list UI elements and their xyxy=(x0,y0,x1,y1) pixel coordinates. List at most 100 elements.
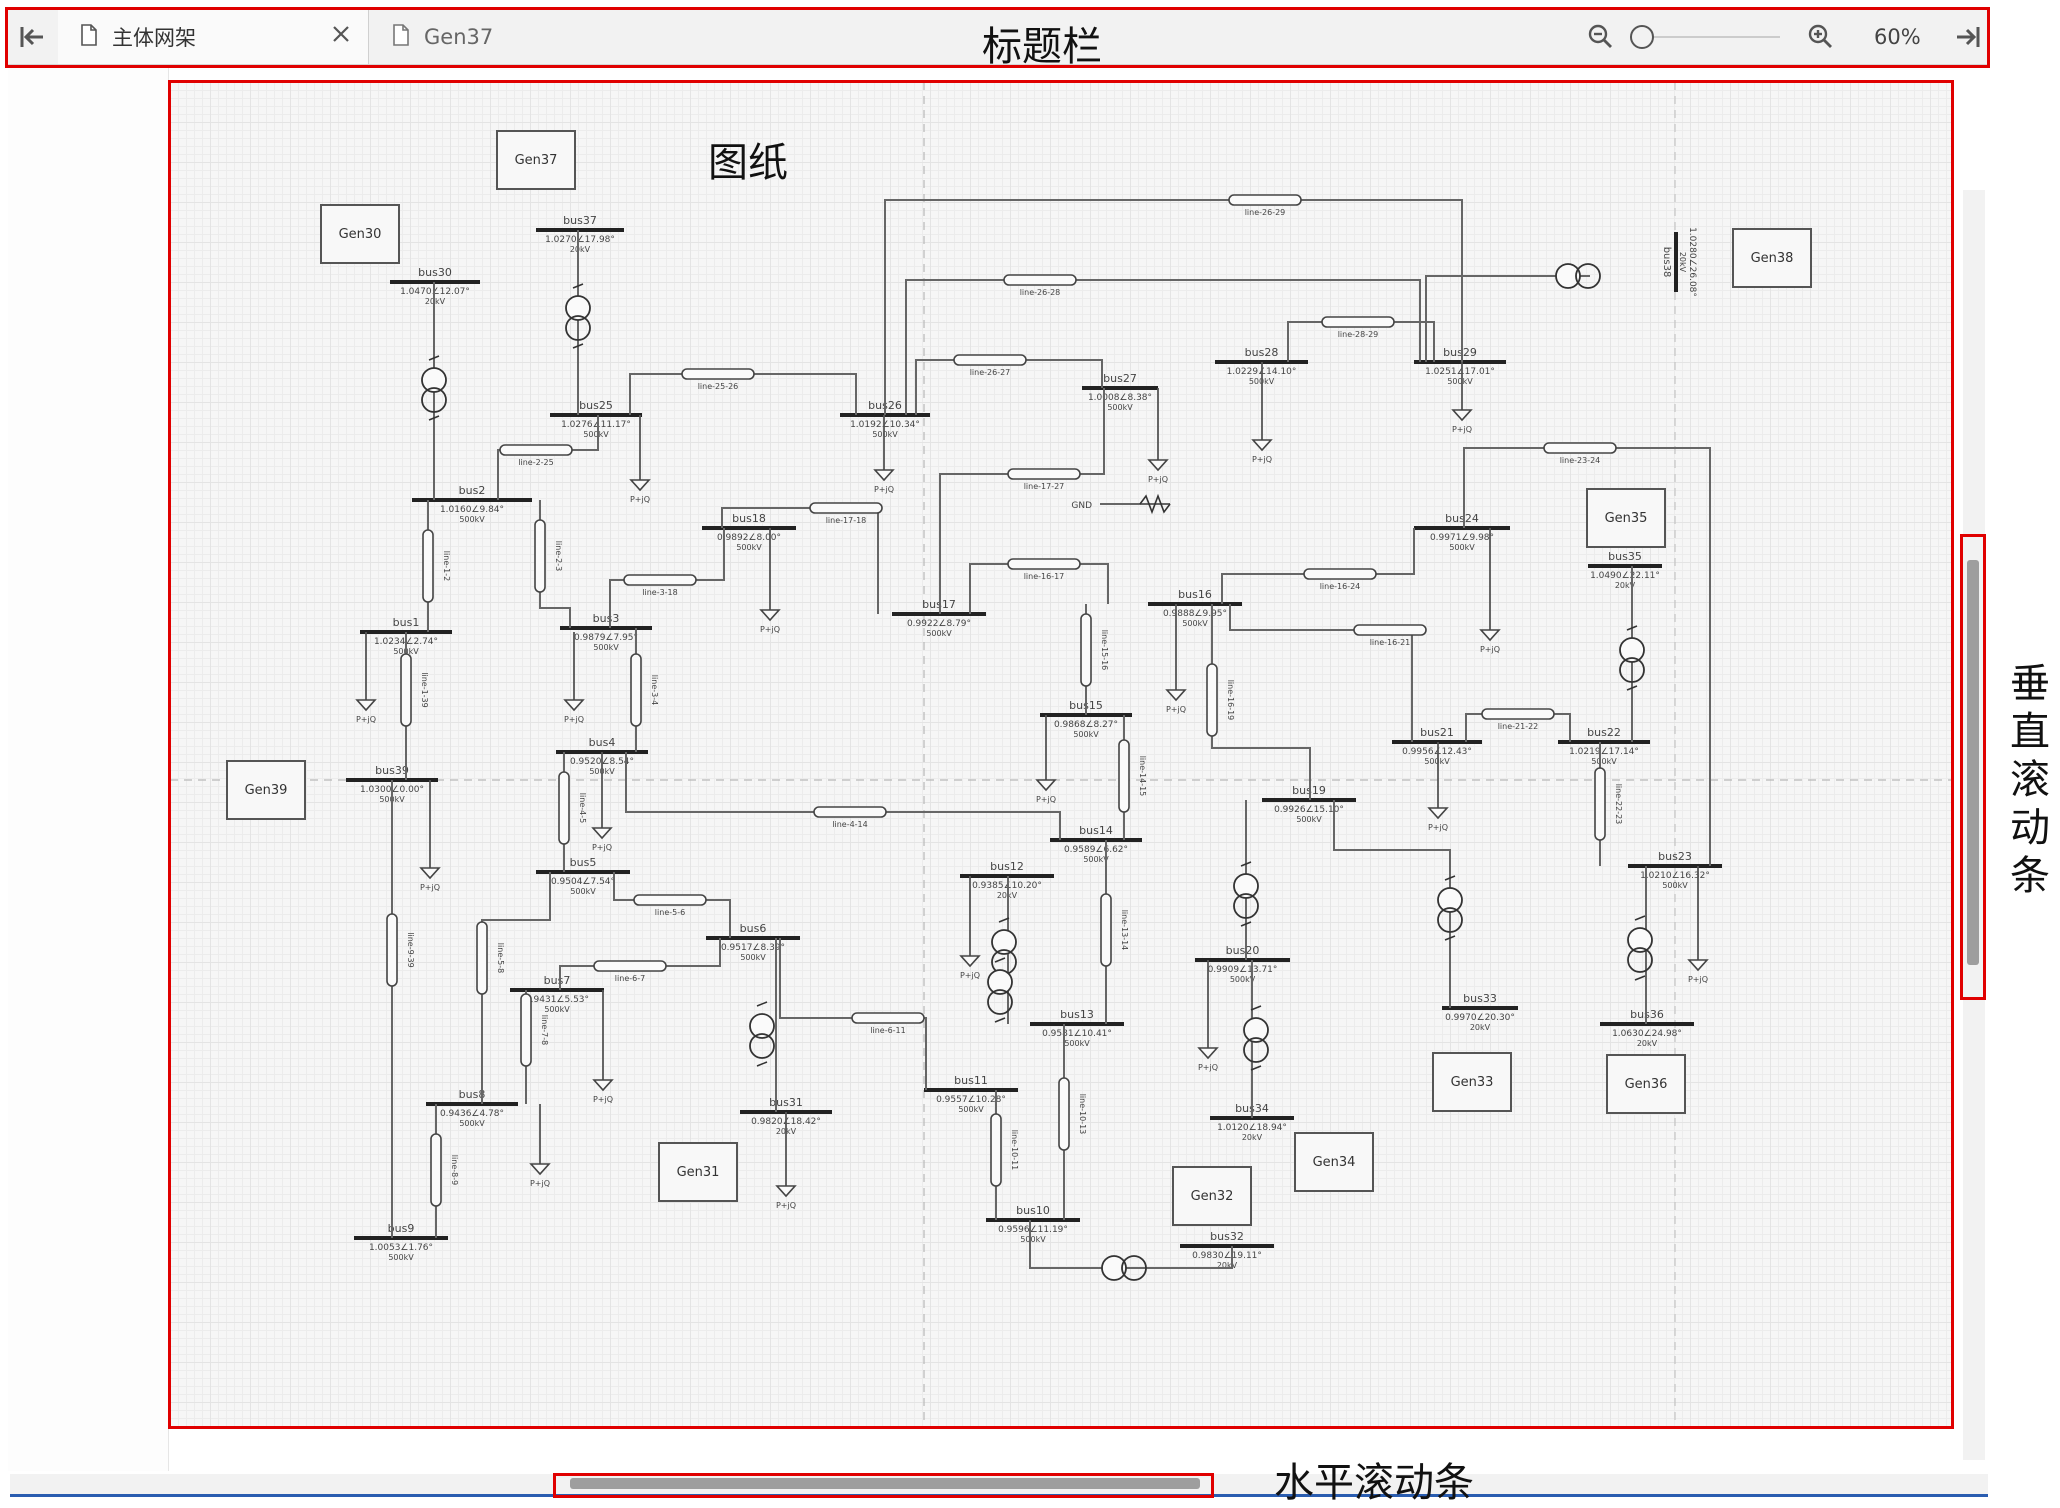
drawing-canvas[interactable]: bus37 1.0270∠17.98° 20kV bus30 1.0470∠12.07°… xyxy=(170,82,1953,1427)
line-element-line-6-7[interactable] xyxy=(593,960,667,972)
tab-main-grid[interactable]: 主体网架 xyxy=(58,10,369,64)
line-element-line-23-24[interactable] xyxy=(1543,442,1617,454)
line-label-line-17-18: line-17-18 xyxy=(826,516,867,525)
transformer-icon[interactable] xyxy=(749,1001,775,1067)
vertical-scrollbar-thumb[interactable] xyxy=(1967,560,1979,965)
bus-value-bus3: 0.9879∠7.95° xyxy=(574,633,638,643)
line-element-line-1-2[interactable] xyxy=(422,529,434,603)
bus-label-bus5: bus5 xyxy=(570,856,597,869)
bus-kv-bus13: 500kV xyxy=(1064,1039,1090,1048)
line-element-line-15-16[interactable] xyxy=(1080,613,1092,687)
connection-wire xyxy=(629,373,857,415)
generator-gen34[interactable]: Gen34 xyxy=(1294,1132,1374,1192)
line-element-line-9-39[interactable] xyxy=(386,913,398,987)
line-element-line-14-15[interactable] xyxy=(1118,739,1130,813)
bus-label-bus37: bus37 xyxy=(563,214,597,227)
horizontal-scrollbar[interactable] xyxy=(10,1474,1988,1497)
load-label: P+jQ xyxy=(1688,975,1708,984)
zoom-slider[interactable] xyxy=(1630,22,1780,52)
line-element-line-7-8[interactable] xyxy=(520,993,532,1067)
line-element-line-17-27[interactable] xyxy=(1007,468,1081,480)
bus-kv-bus5: 500kV xyxy=(570,887,596,896)
bus-value-bus17: 0.9922∠8.79° xyxy=(907,619,971,629)
drawing-annotation: 图纸 xyxy=(708,140,788,186)
generator-gen31[interactable]: Gen31 xyxy=(658,1142,738,1202)
line-label-line-22-23: line-22-23 xyxy=(1614,784,1623,825)
transformer-icon[interactable] xyxy=(1627,915,1653,981)
line-element-line-16-24[interactable] xyxy=(1303,568,1377,580)
generator-gen37[interactable]: Gen37 xyxy=(496,130,576,190)
line-element-line-8-9[interactable] xyxy=(430,1133,442,1207)
tab-gen37[interactable]: Gen37 xyxy=(370,10,590,64)
line-element-line-3-4[interactable] xyxy=(630,653,642,727)
line-label-line-26-27: line-26-27 xyxy=(970,368,1011,377)
bus-label-bus16: bus16 xyxy=(1178,588,1212,601)
generator-gen39[interactable]: Gen39 xyxy=(226,760,306,820)
line-element-line-22-23[interactable] xyxy=(1594,767,1606,841)
line-element-line-1-39[interactable] xyxy=(400,653,412,727)
bus-kv-bus34: 20kV xyxy=(1242,1133,1263,1142)
bus-value-bus33: 0.9970∠20.30° xyxy=(1445,1013,1515,1023)
bus-kv-bus8: 500kV xyxy=(459,1119,485,1128)
line-element-line-13-14[interactable] xyxy=(1100,893,1112,967)
line-element-line-2-3[interactable] xyxy=(534,519,546,593)
line-label-line-2-3: line-2-3 xyxy=(554,541,563,571)
generator-gen32[interactable]: Gen32 xyxy=(1172,1166,1252,1226)
line-element-line-26-27[interactable] xyxy=(953,354,1027,366)
line-label-line-21-22: line-21-22 xyxy=(1498,722,1539,731)
line-element-line-26-28[interactable] xyxy=(1003,274,1077,286)
bus-label-bus28: bus28 xyxy=(1245,346,1279,359)
line-element-line-26-29[interactable] xyxy=(1228,194,1302,206)
generator-gen38[interactable]: Gen38 xyxy=(1732,228,1812,288)
bus-kv-bus38: 20kV xyxy=(1678,252,1687,273)
bus-kv-bus9: 500kV xyxy=(388,1253,414,1262)
file-icon xyxy=(392,23,410,51)
bus-label-bus32: bus32 xyxy=(1210,1230,1244,1243)
bus-value-bus22: 1.0219∠17.14° xyxy=(1569,747,1639,757)
line-element-line-6-11[interactable] xyxy=(851,1012,925,1024)
line-element-line-10-11[interactable] xyxy=(990,1113,1002,1187)
load-arrow-icon xyxy=(629,415,651,492)
generator-gen36[interactable]: Gen36 xyxy=(1606,1054,1686,1114)
transformer-icon[interactable] xyxy=(1243,1005,1269,1071)
generator-gen35[interactable]: Gen35 xyxy=(1586,488,1666,548)
line-element-line-5-6[interactable] xyxy=(633,894,707,906)
vertical-scrollbar[interactable] xyxy=(1963,190,1985,1460)
bus-kv-bus30: 20kV xyxy=(425,297,446,306)
generator-gen30[interactable]: Gen30 xyxy=(320,204,400,264)
line-element-line-4-5[interactable] xyxy=(558,771,570,845)
line-element-line-4-14[interactable] xyxy=(813,806,887,818)
line-element-line-28-29[interactable] xyxy=(1321,316,1395,328)
bus-label-bus22: bus22 xyxy=(1587,726,1621,739)
bus-value-bus38: 1.0280∠26.08° xyxy=(1687,227,1697,297)
bus-label-bus39: bus39 xyxy=(375,764,409,777)
line-element-line-16-21[interactable] xyxy=(1353,624,1427,636)
generator-gen33[interactable]: Gen33 xyxy=(1432,1052,1512,1112)
bus-value-bus2: 1.0160∠9.84° xyxy=(440,505,504,515)
line-element-line-5-8[interactable] xyxy=(476,921,488,995)
line-element-line-2-25[interactable] xyxy=(499,444,573,456)
bus-value-bus14: 0.9589∠6.62° xyxy=(1064,845,1128,855)
zoom-in-icon[interactable] xyxy=(1806,22,1834,54)
line-element-line-16-19[interactable] xyxy=(1206,663,1218,737)
line-element-line-21-22[interactable] xyxy=(1481,708,1555,720)
line-element-line-25-26[interactable] xyxy=(681,368,755,380)
bus-kv-bus15: 500kV xyxy=(1073,730,1099,739)
transformer-icon[interactable] xyxy=(1555,263,1601,289)
close-icon[interactable] xyxy=(330,23,352,50)
line-element-line-10-13[interactable] xyxy=(1058,1077,1070,1151)
zoom-control: 60% xyxy=(1568,10,1988,64)
zoom-slider-thumb[interactable] xyxy=(1630,25,1654,49)
file-icon xyxy=(80,23,98,51)
expand-panel-icon[interactable] xyxy=(1954,24,1982,54)
line-element-line-16-17[interactable] xyxy=(1007,558,1081,570)
line-label-line-16-17: line-16-17 xyxy=(1024,572,1065,581)
line-label-line-8-9: line-8-9 xyxy=(450,1155,459,1185)
load-label: P+jQ xyxy=(592,843,612,852)
zoom-out-icon[interactable] xyxy=(1586,22,1614,54)
line-element-line-17-18[interactable] xyxy=(809,502,883,514)
line-element-line-3-18[interactable] xyxy=(623,574,697,586)
collapse-panel-icon[interactable] xyxy=(18,24,46,54)
horizontal-scrollbar-thumb[interactable] xyxy=(570,1478,1200,1489)
load-arrow-icon xyxy=(529,1104,551,1176)
